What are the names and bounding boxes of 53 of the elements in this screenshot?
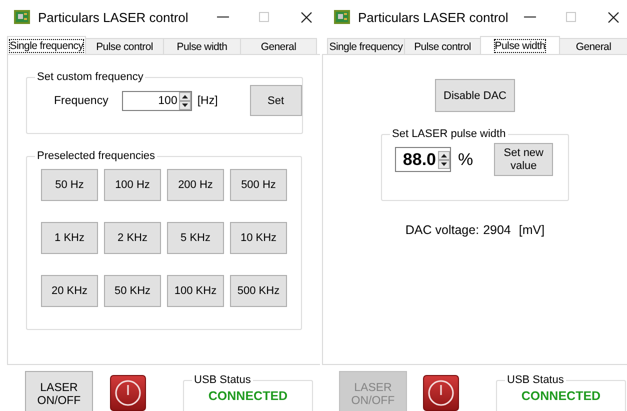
field-label: Frequency — [54, 94, 108, 106]
frequency-button[interactable]: 100 KHz — [167, 275, 224, 307]
spinner-icon[interactable] — [438, 150, 450, 168]
status-text: CONNECTED — [207, 389, 289, 403]
frequency-button[interactable]: 200 Hz — [167, 169, 224, 201]
dac-label: DAC voltage: — [405, 223, 480, 237]
dac-value: 2904 — [483, 223, 511, 237]
tab[interactable]: General — [559, 38, 627, 54]
frequency-button[interactable]: 100 Hz — [104, 169, 161, 201]
status-text: CONNECTED — [520, 389, 602, 403]
frequency-button[interactable]: 500 KHz — [230, 275, 287, 307]
frequency-button[interactable]: 500 Hz — [230, 169, 287, 201]
group-title: Preselected frequencies — [36, 150, 156, 162]
tab[interactable]: Pulse control — [85, 38, 164, 54]
group-title: USB Status — [506, 374, 565, 386]
frequency-button[interactable]: 50 KHz — [104, 275, 161, 307]
power-button[interactable] — [110, 375, 146, 411]
minimize-icon[interactable] — [524, 16, 536, 18]
frequency-button[interactable]: 20 KHz — [41, 275, 98, 307]
set-value-button[interactable]: Set new value — [494, 143, 554, 176]
power-icon — [115, 380, 141, 406]
close-icon[interactable] — [608, 12, 619, 22]
group-title: Set custom frequency — [36, 71, 144, 83]
frequency-button[interactable]: 2 KHz — [104, 222, 161, 254]
window-title: Particulars LASER control — [38, 10, 190, 24]
group-title: USB Status — [193, 374, 252, 386]
tab[interactable]: Single frequency — [7, 36, 86, 54]
tab[interactable]: Single frequency — [327, 38, 405, 54]
number-field[interactable]: 100 — [122, 90, 192, 110]
spinner-icon[interactable] — [179, 92, 192, 110]
unit-label: % — [458, 150, 474, 170]
minimize-icon[interactable] — [217, 16, 229, 18]
tab[interactable]: Pulse width — [163, 38, 241, 54]
power-button[interactable] — [423, 375, 459, 411]
frequency-button[interactable]: 5 KHz — [167, 222, 224, 254]
set-button[interactable]: Set — [250, 85, 302, 116]
number-field[interactable]: 88.0 — [395, 147, 451, 172]
tab[interactable]: Pulse width — [480, 36, 560, 54]
frequency-button[interactable]: 10 KHz — [230, 222, 287, 254]
unit-label: [Hz] — [197, 94, 218, 106]
frequency-button[interactable]: 50 Hz — [41, 169, 98, 201]
window-title: Particulars LASER control — [358, 10, 510, 24]
tab[interactable]: General — [240, 38, 317, 54]
power-icon — [428, 380, 454, 406]
laser-button[interactable]: LASER ON/OFF — [25, 371, 93, 411]
group-title: Set LASER pulse width — [391, 128, 507, 140]
app-icon — [14, 10, 30, 24]
close-icon[interactable] — [301, 12, 312, 22]
app-icon — [334, 10, 350, 24]
tab[interactable]: Pulse control — [404, 38, 481, 54]
dac-unit: [mV] — [518, 223, 545, 237]
disable-dac-button[interactable]: Disable DAC — [435, 79, 515, 112]
frequency-button[interactable]: 1 KHz — [41, 222, 98, 254]
